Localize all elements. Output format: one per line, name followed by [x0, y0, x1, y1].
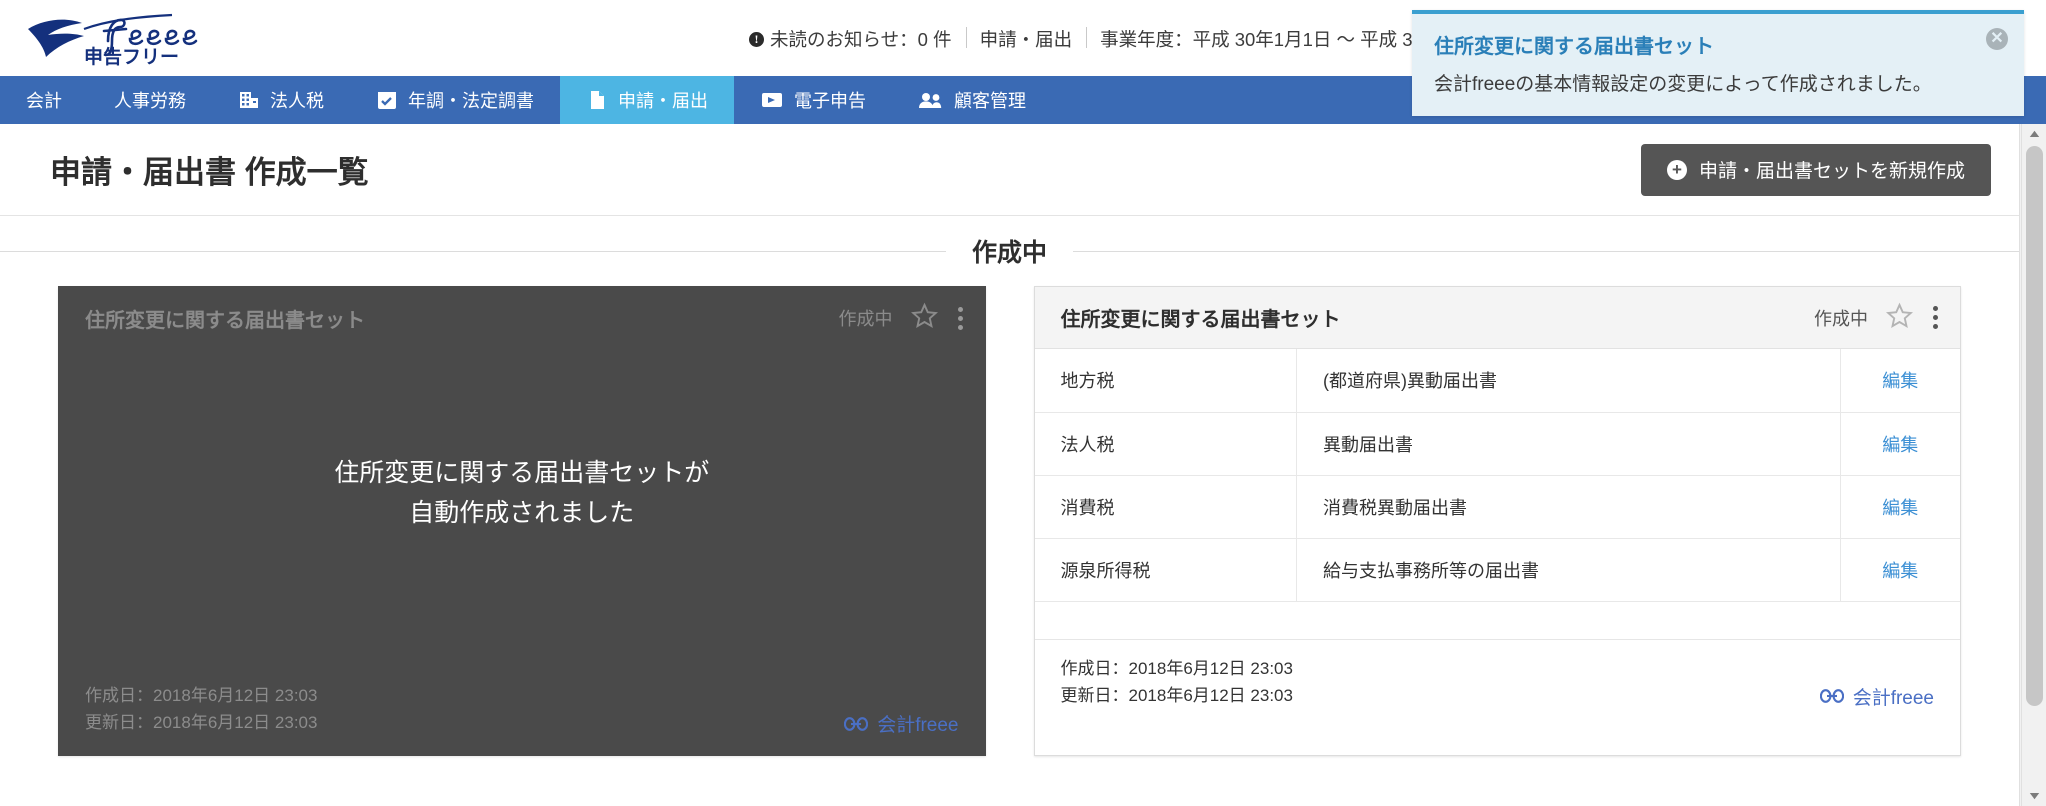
star-outline-icon[interactable] — [910, 302, 938, 334]
divider-right — [1069, 251, 2019, 252]
people-icon — [918, 89, 944, 111]
close-circle-icon[interactable]: ✕ — [1986, 28, 2008, 50]
updated-date: 更新日：2018年6月12日 23:03 — [1060, 685, 1293, 705]
nav-item-e-filing[interactable]: 電子申告 — [734, 76, 892, 124]
content-area: 申請・届出書 作成一覧 + 申請・届出書セットを新規作成 作成中 住所変更に関す… — [0, 124, 2046, 806]
kebab-menu-icon[interactable] — [957, 306, 963, 330]
edit-cell: 編集 — [1840, 475, 1960, 539]
card-title: 住所変更に関する届出書セット — [85, 309, 365, 332]
created-date: 作成日：2018年6月12日 23:03 — [85, 686, 318, 706]
scroll-down-arrow-icon[interactable] — [2022, 786, 2046, 806]
table-row[interactable]: 源泉所得税 給与支払事務所等の届出書 編集 — [1034, 538, 1961, 601]
document-name-cell: 異動届出書 — [1296, 412, 1841, 476]
document-name-cell: (都道府県)異動届出書 — [1296, 349, 1841, 413]
overlay-message-line-1: 住所変更に関する届出書セットが — [334, 458, 710, 487]
toast-body: 会計freeeの基本情報設定の変更によって作成されました。 — [1434, 74, 1932, 95]
accounting-freee-link[interactable]: 会計freee — [1819, 683, 1934, 710]
document-set-card-overlay[interactable]: 住所変更に関する届出書セット 作成中 住所変更に関する届出書セットが 自動作成さ… — [58, 286, 986, 756]
unread-notice[interactable]: ! 未読のお知らせ：0 件 — [735, 26, 966, 52]
nav-item-accounting[interactable]: 会計 — [0, 76, 88, 124]
checklist-icon — [376, 89, 398, 111]
tax-type-cell: 消費税 — [1034, 475, 1297, 539]
topbar-section: 申請・届出 — [965, 26, 1087, 52]
section-title: 作成中 — [945, 233, 1073, 269]
exclamation-circle-icon: ! — [749, 31, 764, 47]
nav-label: 申請・届出 — [618, 91, 708, 111]
card-status-badge: 作成中 — [1814, 308, 1868, 329]
document-icon — [586, 89, 608, 111]
nav-label: 人事労務 — [114, 91, 186, 111]
table-row[interactable]: 消費税 消費税異動届出書 編集 — [1034, 475, 1960, 539]
nav-item-year-end-adjustment[interactable]: 年調・法定調書 — [350, 76, 560, 124]
nav-label: 会計 — [26, 91, 62, 111]
nav-item-customer-management[interactable]: 顧客管理 — [892, 76, 1052, 124]
card-header: 住所変更に関する届出書セット 作成中 — [1034, 287, 1960, 349]
overlay-message-line-2: 自動作成されました — [409, 499, 635, 528]
link-label: 会計freee — [1852, 687, 1934, 709]
card-dates: 作成日：2018年6月12日 23:03 更新日：2018年6月12日 23:0… — [1061, 656, 1293, 710]
edit-link[interactable]: 編集 — [1882, 371, 1918, 391]
edit-link[interactable]: 編集 — [1882, 498, 1918, 518]
card-status-badge: 作成中 — [838, 309, 893, 329]
topbar-info: ! 未読のお知らせ：0 件 申請・届出 事業年度：平成 30年1月1日 〜 平成… — [735, 26, 1455, 52]
vertical-scrollbar[interactable] — [2021, 124, 2046, 806]
tax-type-cell: 源泉所得税 — [1034, 538, 1297, 601]
nav-label: 電子申告 — [794, 91, 866, 111]
document-set-card[interactable]: 住所変更に関する届出書セット 作成中 地方税 (都道府県)異動届出書 編集 法人… — [1033, 286, 1961, 756]
kebab-menu-icon[interactable] — [1933, 306, 1938, 329]
edit-cell: 編集 — [1840, 412, 1960, 476]
edit-cell: 編集 — [1840, 538, 1960, 601]
nav-item-application-filing[interactable]: 申請・届出 — [560, 76, 734, 124]
table-bottom-spacer — [1034, 601, 1960, 639]
card-footer: 作成日：2018年6月12日 23:03 更新日：2018年6月12日 23:0… — [59, 667, 985, 755]
table-row[interactable]: 地方税 (都道府県)異動届出書 編集 — [1034, 349, 1960, 413]
edit-link[interactable]: 編集 — [1882, 435, 1918, 455]
created-date: 作成日：2018年6月12日 23:03 — [1060, 659, 1293, 678]
plus-circle-icon: + — [1666, 159, 1687, 180]
star-outline-icon[interactable] — [1885, 302, 1914, 334]
divider-left — [0, 251, 950, 252]
edit-link[interactable]: 編集 — [1882, 561, 1918, 581]
card-header: 住所変更に関する届出書セット 作成中 — [59, 287, 985, 349]
document-table: 地方税 (都道府県)異動届出書 編集 法人税 異動届出書 編集 消費税 消費税異… — [1034, 349, 1961, 601]
send-icon — [760, 89, 784, 111]
accounting-freee-link[interactable]: 会計freee — [844, 710, 959, 737]
auto-created-message: 住所変更に関する届出書セットが 自動作成されました — [59, 349, 985, 667]
document-name-cell: 消費税異動届出書 — [1296, 475, 1841, 539]
card-dates: 作成日：2018年6月12日 23:03 更新日：2018年6月12日 23:0… — [85, 683, 317, 737]
scroll-up-arrow-icon[interactable] — [2022, 124, 2046, 144]
nav-item-corporate-tax[interactable]: 法人税 — [212, 76, 350, 124]
card-list: 住所変更に関する届出書セット 作成中 住所変更に関する届出書セットが 自動作成さ… — [0, 286, 2019, 756]
edit-cell: 編集 — [1840, 349, 1960, 413]
logo-subtitle-text: 申告フリー — [84, 45, 179, 68]
card-title: 住所変更に関する届出書セット — [1060, 309, 1341, 331]
link-label: 会計freee — [877, 715, 959, 736]
page-panel: 申請・届出書 作成一覧 + 申請・届出書セットを新規作成 作成中 住所変更に関す… — [0, 124, 2020, 806]
tax-type-cell: 地方税 — [1034, 349, 1297, 413]
create-new-set-button[interactable]: + 申請・届出書セットを新規作成 — [1640, 143, 1991, 196]
chain-link-icon — [1819, 689, 1844, 704]
document-name-cell: 給与支払事務所等の届出書 — [1296, 538, 1841, 601]
nav-label: 顧客管理 — [954, 91, 1026, 111]
section-header: 作成中 — [0, 216, 2019, 286]
page-header: 申請・届出書 作成一覧 + 申請・届出書セットを新規作成 — [0, 124, 2019, 216]
fiscal-year: 事業年度：平成 30年1月1日 〜 平成 30年 — [1086, 26, 1455, 52]
freee-logo[interactable]: 申告フリー — [22, 7, 212, 69]
updated-date: 更新日：2018年6月12日 23:03 — [85, 713, 318, 733]
card-footer: 作成日：2018年6月12日 23:03 更新日：2018年6月12日 23:0… — [1034, 639, 1960, 728]
tax-type-cell: 法人税 — [1034, 412, 1297, 476]
create-new-set-label: 申請・届出書セットを新規作成 — [1698, 161, 1965, 182]
nav-label: 法人税 — [270, 91, 324, 111]
scrollbar-thumb[interactable] — [2026, 146, 2043, 706]
chain-link-icon — [844, 716, 869, 731]
nav-label: 年調・法定調書 — [408, 91, 534, 111]
page-title: 申請・届出書 作成一覧 — [50, 155, 369, 190]
notification-toast[interactable]: 住所変更に関する届出書セット 会計freeeの基本情報設定の変更によって作成され… — [1412, 10, 2024, 116]
building-icon — [238, 89, 260, 111]
table-row[interactable]: 法人税 異動届出書 編集 — [1034, 412, 1960, 476]
unread-notice-label: 未読のお知らせ：0 件 — [770, 29, 952, 50]
toast-title: 住所変更に関する届出書セット — [1434, 36, 1714, 58]
nav-item-hr-labor[interactable]: 人事労務 — [88, 76, 212, 124]
